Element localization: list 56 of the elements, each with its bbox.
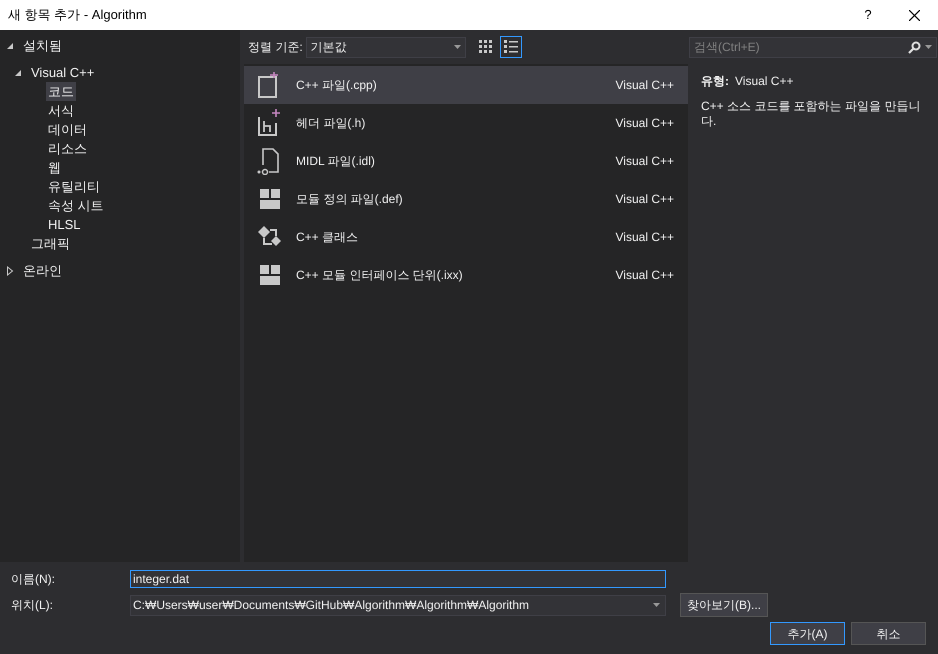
- help-button[interactable]: ?: [845, 5, 891, 25]
- template-name: C++ 파일(.cpp): [296, 77, 378, 94]
- tree-item[interactable]: 리소스: [46, 138, 89, 158]
- collapsed-arrow-icon[interactable]: [6, 266, 14, 276]
- view-toggle[interactable]: [500, 36, 522, 58]
- template-name: 헤더 파일(.h): [296, 115, 366, 132]
- tree-item[interactable]: 데이터: [46, 120, 89, 140]
- expanded-arrow-icon[interactable]: [14, 68, 22, 76]
- list-view-icon: [504, 40, 518, 54]
- template-language: Visual C++: [616, 267, 675, 284]
- module-blocks-icon: [259, 188, 281, 210]
- template-language: Visual C++: [616, 229, 675, 246]
- tree-item[interactable]: 속성 시트: [46, 196, 106, 216]
- template-name: MIDL 파일(.idl): [296, 153, 376, 170]
- template-item[interactable]: 헤더 파일(.h) Visual C++: [244, 104, 688, 142]
- template-item[interactable]: MIDL 파일(.idl) Visual C++: [244, 142, 688, 180]
- dropdown-caret-icon: [454, 45, 461, 49]
- sort-dropdown[interactable]: 기본값: [306, 36, 466, 58]
- dialog-button[interactable]: 추가(A): [770, 622, 845, 645]
- template-item[interactable]: C++ 파일(.cpp) Visual C++: [244, 66, 688, 104]
- template-item[interactable]: C++ 클래스 Visual C++: [244, 218, 688, 256]
- window-title: 새 항목 추가 - Algorithm: [7, 6, 148, 24]
- tree-item[interactable]: 유틸리티: [46, 176, 102, 196]
- grid-view-icon: [478, 40, 493, 54]
- type-label: 유형:: [701, 73, 729, 90]
- sort-label: 정렬 기준:: [248, 39, 303, 56]
- tree-item[interactable]: 웹: [46, 158, 63, 178]
- tree-item[interactable]: 설치됨: [21, 36, 64, 56]
- close-icon[interactable]: [909, 10, 920, 20]
- template-name: C++ 클래스: [296, 229, 360, 246]
- tree-item[interactable]: HLSL: [46, 214, 83, 234]
- dialog-button[interactable]: 취소: [851, 622, 926, 645]
- tree-item[interactable]: 서식: [46, 100, 76, 120]
- template-language: Visual C++: [616, 191, 675, 208]
- name-label: 이름(N):: [10, 571, 56, 588]
- template-language: Visual C++: [616, 77, 675, 94]
- template-description: C++ 소스 코드를 포함하는 파일을 만듭니다.: [701, 99, 922, 129]
- module-blocks-icon: [259, 264, 281, 286]
- name-field[interactable]: integer.dat: [130, 570, 666, 588]
- location-dropdown[interactable]: C:₩Users₩user₩Documents₩GitHub₩Algorithm₩Algorithm₩Algorithm: [130, 594, 666, 616]
- expanded-arrow-icon[interactable]: [6, 42, 14, 50]
- header-file-icon: [257, 109, 283, 137]
- browse-button[interactable]: 찾아보기(B)...: [680, 593, 768, 617]
- template-item[interactable]: C++ 모듈 인터페이스 단위(.ixx) Visual C++: [244, 256, 688, 294]
- template-name: C++ 모듈 인터페이스 단위(.ixx): [296, 267, 464, 284]
- template-name: 모듈 정의 파일(.def): [296, 191, 404, 208]
- tree-item[interactable]: 온라인: [21, 260, 64, 280]
- tree-item[interactable]: 그래픽: [29, 234, 72, 254]
- template-language: Visual C++: [616, 153, 675, 170]
- type-value: Visual C++: [735, 73, 794, 90]
- template-item[interactable]: 모듈 정의 파일(.def) Visual C++: [244, 180, 688, 218]
- location-label: 위치(L):: [10, 597, 54, 614]
- template-language: Visual C++: [616, 115, 675, 132]
- tree-item[interactable]: 코드: [46, 82, 76, 102]
- dropdown-caret-icon: [653, 603, 660, 607]
- tree-item[interactable]: Visual C++: [29, 62, 96, 82]
